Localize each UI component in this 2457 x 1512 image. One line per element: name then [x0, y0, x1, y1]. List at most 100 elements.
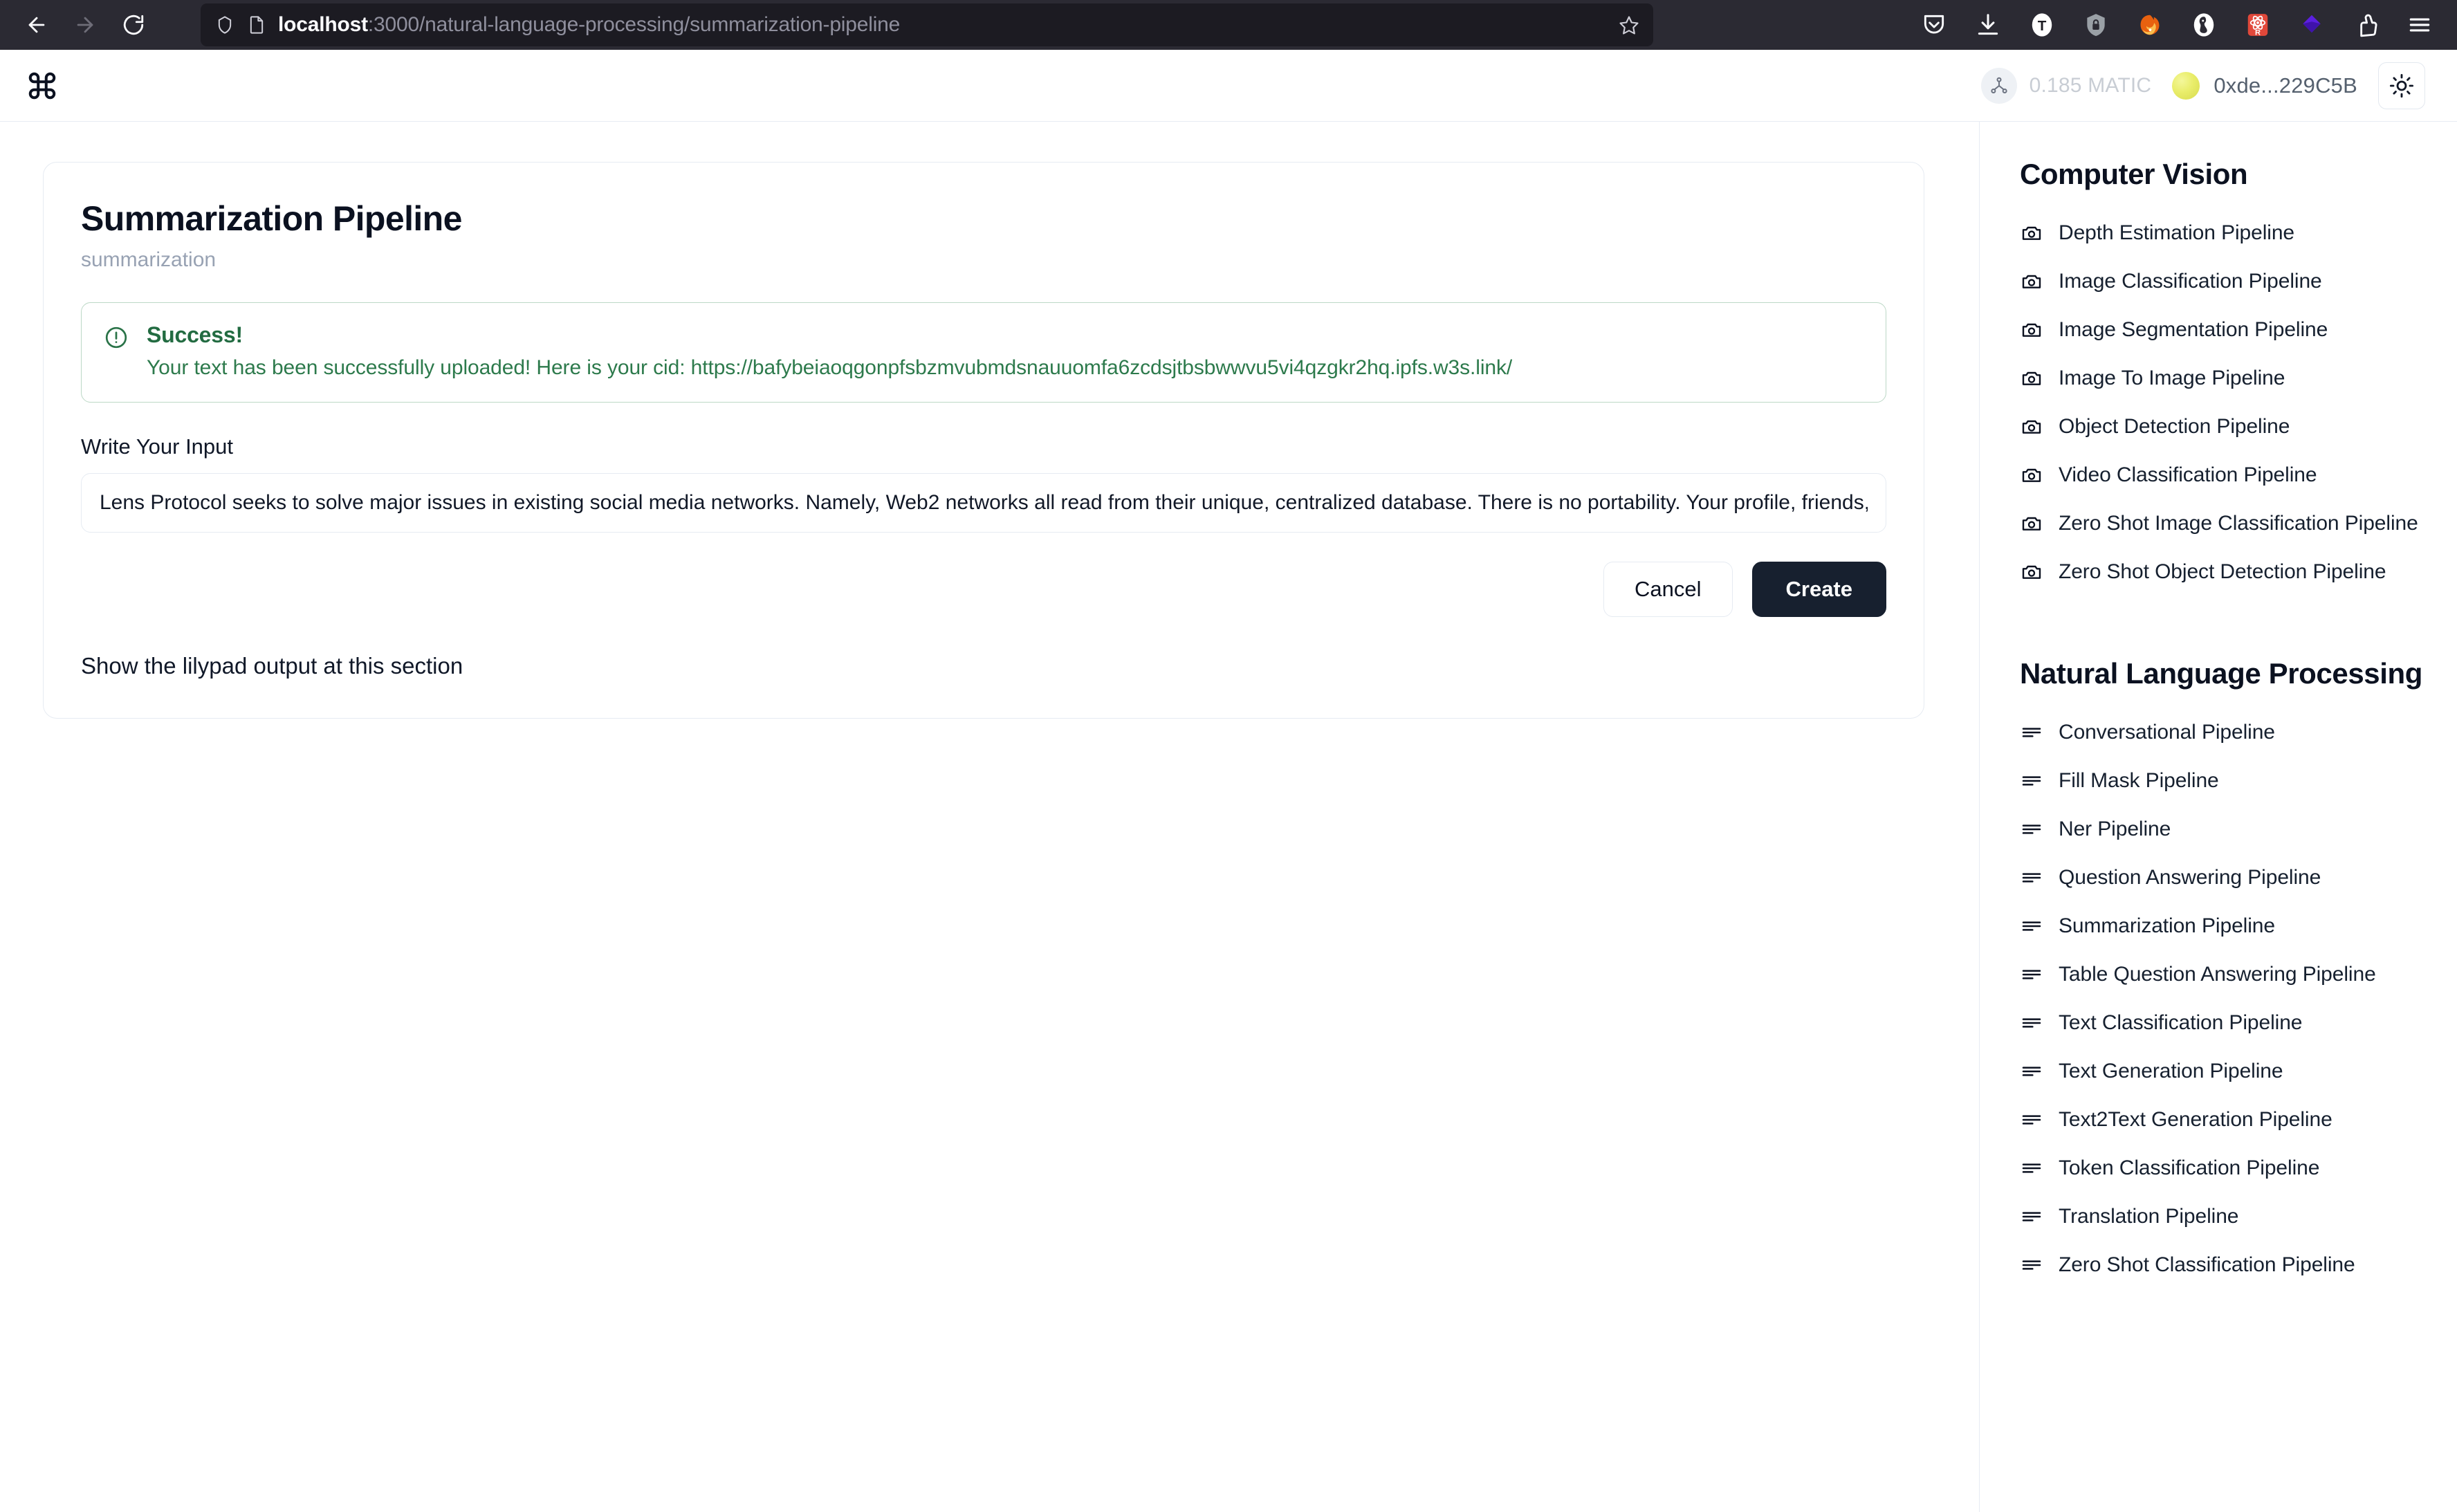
- url-path: :3000/natural-language-processing/summar…: [367, 13, 901, 36]
- sidebar-item-label: Summarization Pipeline: [2059, 914, 2275, 937]
- sidebar-item-label: Image To Image Pipeline: [2059, 367, 2285, 389]
- svg-text:T: T: [2038, 18, 2047, 34]
- reload-button[interactable]: [112, 3, 155, 46]
- camera-icon: [2020, 560, 2043, 584]
- text-lines-icon: [2020, 1205, 2043, 1228]
- forward-button[interactable]: [64, 3, 107, 46]
- sidebar-item-label: Zero Shot Image Classification Pipeline: [2059, 512, 2418, 535]
- camera-icon: [2020, 270, 2043, 293]
- ublock-icon[interactable]: [2350, 10, 2381, 40]
- wallet-diamond-icon[interactable]: [2297, 10, 2327, 40]
- password-manager-icon[interactable]: [2081, 10, 2111, 40]
- sidebar-item-label: Text Classification Pipeline: [2059, 1011, 2303, 1034]
- sidebar-item-label: Question Answering Pipeline: [2059, 866, 2321, 889]
- svg-text:R: R: [2255, 28, 2261, 37]
- header-actions: 0.185 MATIC 0xde...229C5B: [1980, 62, 2425, 109]
- sidebar-item-conversational-pipeline[interactable]: Conversational Pipeline: [2020, 708, 2429, 757]
- sidebar-item-question-answering-pipeline[interactable]: Question Answering Pipeline: [2020, 854, 2429, 902]
- command-logo-icon[interactable]: [24, 67, 61, 104]
- wallet-avatar-icon: [2172, 71, 2200, 100]
- url-bar[interactable]: localhost:3000/natural-language-processi…: [201, 3, 1653, 46]
- sidebar-item-summarization-pipeline[interactable]: Summarization Pipeline: [2020, 902, 2429, 950]
- main-content: Summarization Pipeline summarization Suc…: [0, 122, 1980, 1512]
- browser-toolbar: localhost:3000/natural-language-processi…: [0, 0, 2457, 50]
- sidebar-item-token-classification-pipeline[interactable]: Token Classification Pipeline: [2020, 1144, 2429, 1192]
- firefox-icon[interactable]: [2135, 10, 2165, 40]
- download-icon[interactable]: [1973, 10, 2003, 40]
- alert-title: Success!: [147, 322, 243, 347]
- sidebar-item-label: Object Detection Pipeline: [2059, 415, 2290, 438]
- sidebar-item-label: Token Classification Pipeline: [2059, 1156, 2320, 1179]
- wallet-chip[interactable]: 0xde...229C5B: [2172, 71, 2357, 100]
- tabsync-icon[interactable]: T: [2027, 10, 2057, 40]
- duckduckgo-icon[interactable]: [2189, 10, 2219, 40]
- sidebar-item-fill-mask-pipeline[interactable]: Fill Mask Pipeline: [2020, 757, 2429, 805]
- sidebar-item-image-classification-pipeline[interactable]: Image Classification Pipeline: [2020, 257, 2429, 306]
- sidebar-item-label: Video Classification Pipeline: [2059, 463, 2317, 486]
- sidebar-item-label: Conversational Pipeline: [2059, 721, 2275, 744]
- sidebar-item-zero-shot-image-classification-pipeline[interactable]: Zero Shot Image Classification Pipeline: [2020, 499, 2429, 548]
- text-lines-icon: [2020, 914, 2043, 938]
- app-header: 0.185 MATIC 0xde...229C5B: [0, 50, 2457, 122]
- sidebar-item-zero-shot-classification-pipeline[interactable]: Zero Shot Classification Pipeline: [2020, 1241, 2429, 1289]
- camera-icon: [2020, 221, 2043, 245]
- sidebar-item-object-detection-pipeline[interactable]: Object Detection Pipeline: [2020, 403, 2429, 451]
- text-lines-icon: [2020, 769, 2043, 793]
- sidebar-item-ner-pipeline[interactable]: Ner Pipeline: [2020, 805, 2429, 854]
- sidebar-list-nlp: Conversational Pipeline Fill Mask Pipeli…: [2020, 708, 2429, 1289]
- text-lines-icon: [2020, 1011, 2043, 1035]
- url-host: localhost: [278, 13, 368, 36]
- sidebar-item-video-classification-pipeline[interactable]: Video Classification Pipeline: [2020, 451, 2429, 499]
- sidebar-item-image-to-image-pipeline[interactable]: Image To Image Pipeline: [2020, 354, 2429, 403]
- alert-body: Success! Your text has been successfully…: [147, 322, 1512, 380]
- camera-icon: [2020, 318, 2043, 342]
- pipeline-card: Summarization Pipeline summarization Suc…: [43, 162, 1924, 719]
- sidebar-item-table-question-answering-pipeline[interactable]: Table Question Answering Pipeline: [2020, 950, 2429, 999]
- sidebar-item-label: Image Classification Pipeline: [2059, 270, 2322, 293]
- form-actions: Cancel Create: [81, 562, 1886, 617]
- sidebar-item-text-classification-pipeline[interactable]: Text Classification Pipeline: [2020, 999, 2429, 1047]
- text-lines-icon: [2020, 866, 2043, 889]
- sidebar-heading-natural-language-processing: Natural Language Processing: [2020, 657, 2423, 690]
- write-your-input-field[interactable]: [81, 473, 1886, 533]
- sidebar-item-text2text-generation-pipeline[interactable]: Text2Text Generation Pipeline: [2020, 1096, 2429, 1144]
- extension-toolbar: T R: [1919, 10, 2442, 40]
- pocket-icon[interactable]: [1919, 10, 1949, 40]
- sidebar-item-label: Translation Pipeline: [2059, 1205, 2239, 1228]
- alert-circle-icon: [104, 322, 129, 380]
- sidebar-item-translation-pipeline[interactable]: Translation Pipeline: [2020, 1192, 2429, 1241]
- react-devtools-icon[interactable]: R: [2243, 10, 2273, 40]
- sidebar-heading-computer-vision: Computer Vision: [2020, 158, 2248, 190]
- lilypad-output-note: Show the lilypad output at this section: [81, 653, 463, 679]
- sidebar-item-label: Table Question Answering Pipeline: [2059, 963, 2376, 986]
- app-menu-icon[interactable]: [2404, 10, 2435, 40]
- sidebar-item-image-segmentation-pipeline[interactable]: Image Segmentation Pipeline: [2020, 306, 2429, 354]
- text-lines-icon: [2020, 963, 2043, 986]
- sidebar-item-zero-shot-object-detection-pipeline[interactable]: Zero Shot Object Detection Pipeline: [2020, 548, 2429, 596]
- url-text: localhost:3000/natural-language-processi…: [278, 13, 900, 37]
- text-lines-icon: [2020, 1253, 2043, 1277]
- camera-icon: [2020, 415, 2043, 439]
- theme-toggle-button[interactable]: [2378, 62, 2425, 109]
- camera-icon: [2020, 463, 2043, 487]
- text-lines-icon: [2020, 721, 2043, 744]
- balance-chip[interactable]: 0.185 MATIC: [1980, 67, 2152, 104]
- bookmark-star-icon[interactable]: [1619, 15, 1639, 35]
- camera-icon: [2020, 367, 2043, 390]
- page-title: Summarization Pipeline: [81, 199, 462, 238]
- text-lines-icon: [2020, 1156, 2043, 1180]
- page-subtitle: summarization: [81, 248, 217, 271]
- sidebar-item-text-generation-pipeline[interactable]: Text Generation Pipeline: [2020, 1047, 2429, 1096]
- sidebar-item-label: Zero Shot Object Detection Pipeline: [2059, 560, 2386, 583]
- page-info-icon: [246, 15, 267, 35]
- sidebar-item-label: Text Generation Pipeline: [2059, 1060, 2283, 1082]
- wallet-address: 0xde...229C5B: [2214, 73, 2357, 98]
- create-button[interactable]: Create: [1751, 562, 1886, 617]
- text-lines-icon: [2020, 1060, 2043, 1083]
- back-button[interactable]: [15, 3, 58, 46]
- shield-icon: [214, 15, 235, 35]
- sidebar-item-depth-estimation-pipeline[interactable]: Depth Estimation Pipeline: [2020, 209, 2429, 257]
- sidebar-item-label: Zero Shot Classification Pipeline: [2059, 1253, 2355, 1276]
- success-alert: Success! Your text has been successfully…: [81, 302, 1886, 403]
- cancel-button[interactable]: Cancel: [1603, 562, 1733, 617]
